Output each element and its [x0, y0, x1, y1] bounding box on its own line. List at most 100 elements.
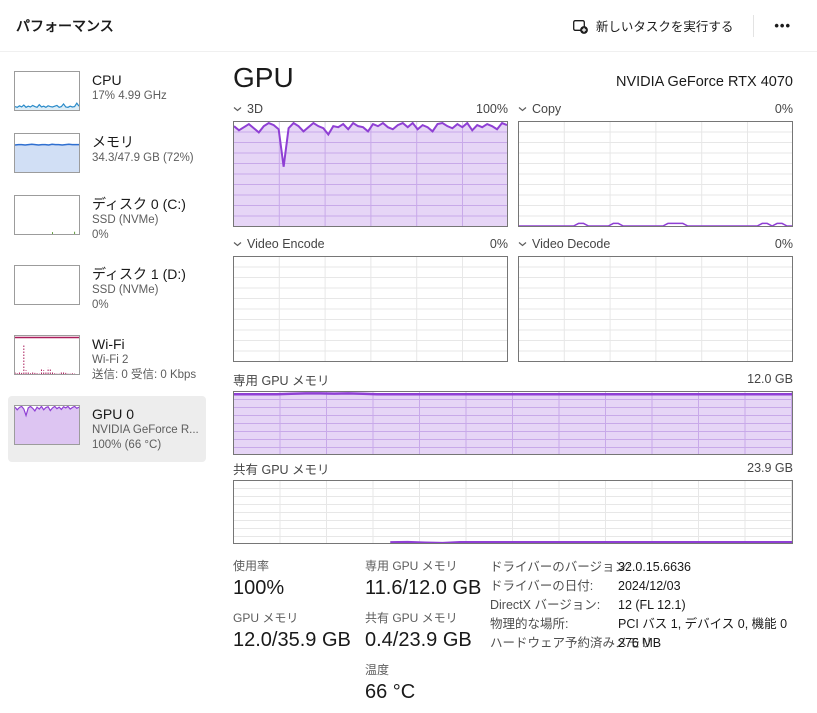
top-bar: パフォーマンス 新しいタスクを実行する ••• — [0, 0, 817, 52]
detail-label: ドライバーのバージョン: — [490, 558, 618, 577]
sidebar-item-subtext: 17% 4.99 GHz — [92, 89, 167, 104]
chevron-down-icon[interactable] — [518, 106, 527, 112]
chart-label: Video Encode — [247, 237, 325, 251]
more-options-icon[interactable]: ••• — [764, 14, 801, 37]
chart-canvas-shared-memory — [233, 480, 793, 544]
chart-value: 100% — [476, 102, 508, 116]
engine-chart-row-2: Video Encode 0% Video Decode 0% — [233, 235, 793, 362]
stat-専用 GPU メモリ: 専用 GPU メモリ11.6/12.0 GB — [365, 557, 490, 600]
gpu-stats: 使用率 100% GPU メモリ 12.0/35.9 GB 専用 GPU メモリ11.… — [233, 557, 793, 713]
sidebar-item-title: ディスク 0 (C:) — [92, 195, 186, 213]
sidebar-item-gpu0[interactable]: GPU 0NVIDIA GeForce R...100% (66 °C) — [8, 396, 206, 462]
stat-label: 専用 GPU メモリ — [365, 557, 490, 574]
stat-value: 100% — [233, 577, 365, 600]
chart-value: 0% — [490, 237, 508, 251]
run-new-task-button[interactable]: 新しいタスクを実行する — [562, 10, 744, 41]
detail-value: 32.0.15.6636 — [618, 558, 691, 577]
sidebar-item-subtext: 0% — [92, 228, 186, 243]
toolbar-divider — [753, 15, 754, 37]
sidebar-item-title: メモリ — [92, 133, 194, 151]
stat-value: 66 °C — [365, 681, 490, 704]
chart-value: 0% — [775, 102, 793, 116]
detail-label: ドライバーの日付: — [490, 577, 618, 596]
sidebar-item-subtext: SSD (NVMe) — [92, 283, 186, 298]
chart-value: 23.9 GB — [747, 461, 793, 475]
stat-温度: 温度66 °C — [365, 661, 490, 704]
mini-chart-wifi — [14, 335, 80, 375]
sidebar-item-title: ディスク 1 (D:) — [92, 265, 186, 283]
sidebar-item-disk1[interactable]: ディスク 1 (D:)SSD (NVMe)0% — [8, 256, 206, 322]
sidebar-item-subtext: 34.3/47.9 GB (72%) — [92, 151, 194, 166]
detail-row: ハードウェア予約済みメモリ:276 MB — [490, 634, 793, 653]
chart-label: Video Decode — [532, 237, 610, 251]
chart-label: Copy — [532, 102, 561, 116]
chevron-down-icon[interactable] — [233, 106, 242, 112]
mini-chart-gpu0 — [14, 405, 80, 445]
detail-row: 物理的な場所:PCI バス 1, デバイス 0, 機能 0 — [490, 615, 793, 634]
chevron-down-icon[interactable] — [518, 241, 527, 247]
chart-canvas-video-encode — [233, 256, 508, 362]
chart-canvas-3d — [233, 121, 508, 227]
chart-video-encode: Video Encode 0% — [233, 235, 508, 362]
sidebar-item-subtext: 送信: 0 受信: 0 Kbps — [92, 368, 196, 383]
sidebar-item-subtext: Wi-Fi 2 — [92, 353, 196, 368]
sidebar-item-wifi[interactable]: Wi-FiWi-Fi 2送信: 0 受信: 0 Kbps — [8, 326, 206, 392]
memory-charts: 専用 GPU メモリ12.0 GB 共有 GPU メモリ23.9 GB — [233, 370, 793, 544]
gpu-device-name: NVIDIA GeForce RTX 4070 — [616, 74, 793, 94]
detail-row: ドライバーの日付:2024/12/03 — [490, 577, 793, 596]
run-new-task-label: 新しいタスクを実行する — [596, 16, 734, 35]
chart-value: 0% — [775, 237, 793, 251]
chart-shared-memory: 共有 GPU メモリ23.9 GB — [233, 459, 793, 544]
stat-使用率: 使用率 100% — [233, 557, 365, 600]
detail-row: DirectX バージョン:12 (FL 12.1) — [490, 596, 793, 615]
chart-header-video-encode: Video Encode 0% — [233, 235, 508, 253]
detail-label: ハードウェア予約済みメモリ: — [490, 634, 618, 653]
performance-sidebar: CPU17% 4.99 GHzメモリ34.3/47.9 GB (72%)ディスク… — [0, 52, 212, 462]
chart-canvas-dedicated-memory — [233, 391, 793, 455]
gpu-panel: GPU NVIDIA GeForce RTX 4070 3D 100% Copy 0%… — [233, 52, 793, 713]
page-title: パフォーマンス — [16, 16, 114, 36]
sidebar-item-memory[interactable]: メモリ34.3/47.9 GB (72%) — [8, 124, 206, 182]
detail-value: 2024/12/03 — [618, 577, 681, 596]
mini-chart-disk1 — [14, 265, 80, 305]
chart-canvas-video-decode — [518, 256, 793, 362]
detail-label: 物理的な場所: — [490, 615, 618, 634]
chart-header-shared-memory: 共有 GPU メモリ23.9 GB — [233, 459, 793, 477]
driver-details: ドライバーのバージョン:32.0.15.6636ドライバーの日付:2024/12… — [490, 557, 793, 713]
engine-chart-row-1: 3D 100% Copy 0% — [233, 100, 793, 227]
chart-header-video-decode: Video Decode 0% — [518, 235, 793, 253]
chevron-down-icon[interactable] — [233, 241, 242, 247]
mini-chart-cpu — [14, 71, 80, 111]
stat-value: 12.0/35.9 GB — [233, 629, 365, 652]
mini-chart-memory — [14, 133, 80, 173]
stat-label: GPU メモリ — [233, 609, 365, 626]
sidebar-item-disk0[interactable]: ディスク 0 (C:)SSD (NVMe)0% — [8, 186, 206, 252]
stat-value: 0.4/23.9 GB — [365, 629, 490, 652]
sidebar-item-subtext: SSD (NVMe) — [92, 213, 186, 228]
chart-video-decode: Video Decode 0% — [518, 235, 793, 362]
run-new-task-icon — [572, 18, 588, 34]
gpu-title: GPU — [233, 62, 294, 94]
sidebar-item-subtext: 100% (66 °C) — [92, 438, 199, 453]
chart-canvas-copy — [518, 121, 793, 227]
sidebar-item-subtext: NVIDIA GeForce R... — [92, 423, 199, 438]
sidebar-item-subtext: 0% — [92, 298, 186, 313]
detail-value: PCI バス 1, デバイス 0, 機能 0 — [618, 615, 787, 634]
stat-GPU メモリ: GPU メモリ 12.0/35.9 GB — [233, 609, 365, 652]
detail-value: 276 MB — [618, 634, 661, 653]
sidebar-item-title: CPU — [92, 71, 167, 89]
chart-value: 12.0 GB — [747, 372, 793, 386]
sidebar-item-cpu[interactable]: CPU17% 4.99 GHz — [8, 62, 206, 120]
sidebar-item-title: Wi-Fi — [92, 335, 196, 353]
chart-dedicated-memory: 専用 GPU メモリ12.0 GB — [233, 370, 793, 455]
chart-3d: 3D 100% — [233, 100, 508, 227]
detail-label: DirectX バージョン: — [490, 596, 618, 615]
detail-row: ドライバーのバージョン:32.0.15.6636 — [490, 558, 793, 577]
chart-label: 3D — [247, 102, 263, 116]
mini-chart-disk0 — [14, 195, 80, 235]
stat-共有 GPU メモリ: 共有 GPU メモリ 0.4/23.9 GB — [365, 609, 490, 652]
stat-label: 使用率 — [233, 557, 365, 574]
detail-value: 12 (FL 12.1) — [618, 596, 686, 615]
chart-header-copy: Copy 0% — [518, 100, 793, 118]
stat-label: 共有 GPU メモリ — [365, 609, 490, 626]
